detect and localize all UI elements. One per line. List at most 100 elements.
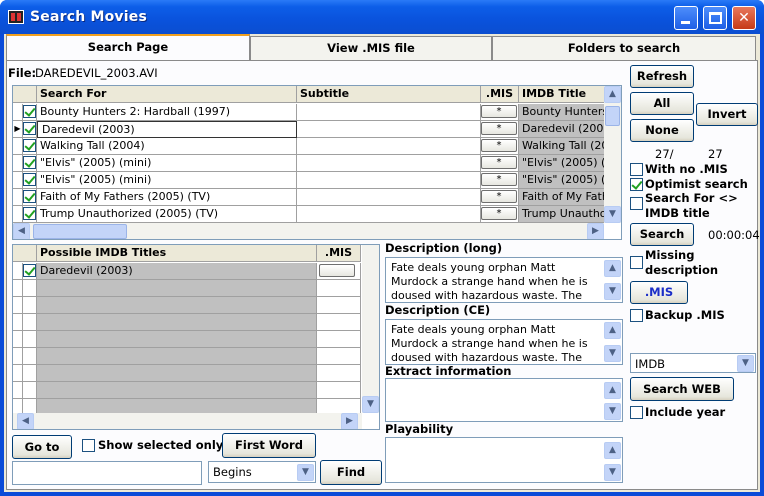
mis-cell-button[interactable]: *: [481, 122, 517, 135]
with-no-mis-checkbox[interactable]: [630, 163, 643, 176]
row-select-checkbox[interactable]: [23, 173, 36, 186]
scroll-down-icon[interactable]: ▼: [604, 283, 621, 300]
scroll-left-icon[interactable]: ◀: [13, 223, 30, 239]
row-indicator[interactable]: [13, 297, 23, 314]
row-indicator[interactable]: [13, 263, 23, 280]
playability-textarea[interactable]: ▲ ▼: [385, 437, 623, 483]
subtitle-cell[interactable]: [297, 121, 481, 138]
description-ce-textarea[interactable]: Fate deals young orphan Matt Murdock a s…: [385, 319, 623, 365]
invert-button[interactable]: Invert: [696, 103, 758, 126]
mis-cell-button[interactable]: *: [481, 156, 517, 169]
row-indicator[interactable]: [13, 189, 23, 206]
goto-button[interactable]: Go to: [12, 435, 72, 459]
column-header-mis[interactable]: .MIS: [481, 86, 519, 103]
missing-description-checkbox[interactable]: [630, 256, 643, 269]
show-selected-only-checkbox[interactable]: [82, 439, 95, 452]
search-for-cell[interactable]: Faith of My Fathers (2005) (TV): [37, 189, 297, 206]
minimize-button[interactable]: [674, 6, 698, 30]
row-select-checkbox[interactable]: [23, 264, 36, 277]
column-header-subtitle[interactable]: Subtitle: [297, 86, 481, 103]
row-select-checkbox[interactable]: [23, 105, 36, 118]
row-select-checkbox[interactable]: [23, 207, 36, 220]
search-for-cell[interactable]: "Elvis" (2005) (mini): [37, 172, 297, 189]
search-for-cell[interactable]: Bounty Hunters 2: Hardball (1997): [37, 104, 297, 121]
tab-search-page[interactable]: Search Page: [6, 34, 250, 60]
scroll-down-icon[interactable]: ▼: [604, 206, 621, 223]
description-long-textarea[interactable]: Fate deals young orphan Matt Murdock a s…: [385, 257, 623, 303]
row-select-checkbox[interactable]: [23, 190, 36, 203]
row-indicator[interactable]: [13, 104, 23, 121]
scroll-up-icon[interactable]: ▲: [604, 442, 621, 459]
tab-folders-to-search[interactable]: Folders to search: [492, 36, 756, 60]
maximize-button[interactable]: [703, 6, 727, 30]
imdb-title-cell[interactable]: Daredevil (2003): [519, 121, 605, 138]
mis-cell-button[interactable]: *: [481, 139, 517, 152]
row-indicator[interactable]: [13, 314, 23, 331]
mis-cell-button[interactable]: *: [481, 173, 517, 186]
row-indicator[interactable]: ▶: [13, 121, 23, 138]
scroll-down-icon[interactable]: ▼: [604, 403, 621, 420]
possible-title-cell[interactable]: [37, 297, 317, 314]
imdb-title-cell[interactable]: Faith of My Fathe: [519, 189, 605, 206]
column-header-search-for[interactable]: Search For: [37, 86, 297, 103]
imdb-title-cell[interactable]: Walking Tall (200: [519, 138, 605, 155]
search-web-button[interactable]: Search WEB: [630, 377, 734, 401]
scroll-thumb[interactable]: [605, 106, 620, 126]
possible-title-cell[interactable]: [37, 331, 317, 348]
title-bar[interactable]: Search Movies ✕: [0, 0, 764, 34]
search-for-cell[interactable]: Walking Tall (2004): [37, 138, 297, 155]
mis-button[interactable]: .MIS: [630, 281, 688, 304]
imdb-title-cell[interactable]: Bounty Hunters: [519, 104, 605, 121]
column-header-possible-titles[interactable]: Possible IMDB Titles: [37, 245, 317, 262]
mis-cell-button[interactable]: *: [481, 105, 517, 118]
backup-mis-checkbox[interactable]: [630, 309, 643, 322]
possible-mis-button[interactable]: [319, 264, 355, 277]
possible-title-cell[interactable]: [37, 280, 317, 297]
search-for-cell[interactable]: "Elvis" (2005) (mini): [37, 155, 297, 172]
find-text-input[interactable]: [12, 461, 202, 485]
scroll-up-icon[interactable]: ▲: [604, 260, 621, 277]
row-select-checkbox[interactable]: [23, 156, 36, 169]
scroll-down-icon[interactable]: ▼: [362, 396, 379, 413]
optimist-search-checkbox[interactable]: [630, 178, 643, 191]
search-for-cell[interactable]: Daredevil (2003): [37, 121, 297, 138]
row-indicator[interactable]: [13, 382, 23, 399]
row-indicator[interactable]: [13, 331, 23, 348]
subtitle-cell[interactable]: [297, 155, 481, 172]
select-all-button[interactable]: All: [630, 92, 694, 115]
possible-title-cell[interactable]: [37, 382, 317, 399]
refresh-button[interactable]: Refresh: [630, 65, 694, 88]
scroll-up-icon[interactable]: ▲: [604, 382, 621, 399]
scroll-down-icon[interactable]: ▼: [604, 345, 621, 362]
extract-information-textarea[interactable]: ▲ ▼: [385, 378, 623, 422]
subtitle-cell[interactable]: [297, 189, 481, 206]
search-for-cell[interactable]: Trump Unauthorized (2005) (TV): [37, 206, 297, 223]
possible-grid-vscrollbar[interactable]: ▼: [362, 245, 379, 413]
row-indicator[interactable]: [13, 365, 23, 382]
possible-title-cell[interactable]: [37, 314, 317, 331]
subtitle-cell[interactable]: [297, 206, 481, 223]
row-indicator[interactable]: [13, 206, 23, 223]
scroll-right-icon[interactable]: ▶: [341, 413, 358, 429]
row-indicator[interactable]: [13, 155, 23, 172]
select-none-button[interactable]: None: [630, 119, 694, 142]
search-grid-hscrollbar[interactable]: ◀ ▶: [13, 223, 604, 239]
search-source-select[interactable]: IMDB ▼: [630, 353, 756, 373]
match-mode-select[interactable]: Begins ▼: [208, 461, 316, 483]
chevron-down-icon[interactable]: ▼: [297, 464, 314, 481]
possible-titles-grid[interactable]: Possible IMDB Titles .MIS Daredevil (200…: [12, 244, 380, 430]
scroll-up-icon[interactable]: ▲: [604, 322, 621, 339]
possible-grid-hscrollbar[interactable]: ◀ ▶: [13, 413, 362, 429]
include-year-checkbox[interactable]: [630, 406, 643, 419]
mis-cell-button[interactable]: *: [481, 207, 517, 220]
row-indicator[interactable]: [13, 280, 23, 297]
search-grid-vscrollbar[interactable]: ▲ ▼: [604, 86, 621, 223]
possible-title-cell[interactable]: [37, 348, 317, 365]
search-button[interactable]: Search: [630, 223, 694, 246]
chevron-down-icon[interactable]: ▼: [737, 355, 754, 372]
row-select-checkbox[interactable]: [23, 122, 36, 135]
subtitle-cell[interactable]: [297, 172, 481, 189]
row-select-checkbox[interactable]: [23, 139, 36, 152]
search-grid[interactable]: Search For Subtitle .MIS IMDB Title Boun…: [12, 85, 622, 240]
scroll-up-icon[interactable]: ▲: [604, 86, 621, 103]
